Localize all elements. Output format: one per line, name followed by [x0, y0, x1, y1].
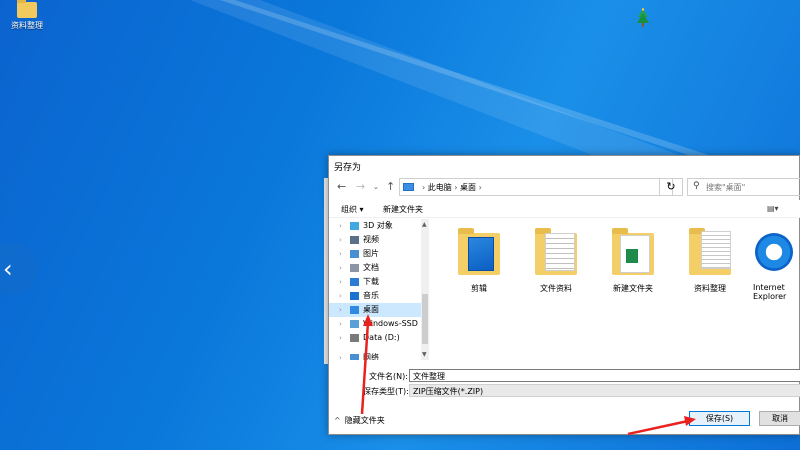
- chevron-down-icon[interactable]: ⌄: [373, 183, 379, 191]
- nav-item-label: 桌面: [363, 305, 379, 314]
- internet-explorer-icon: [753, 227, 795, 277]
- scrollbar-thumb[interactable]: [422, 294, 428, 344]
- folder-docs-icon: [535, 227, 577, 277]
- network-icon: [350, 354, 359, 360]
- address-bar[interactable]: › 此电脑 › 桌面 ›: [399, 178, 673, 196]
- expand-chevron-icon[interactable]: ›: [339, 351, 342, 360]
- hide-folders-toggle[interactable]: ^ 隐藏文件夹: [334, 415, 385, 426]
- expand-chevron-icon[interactable]: ›: [339, 289, 342, 303]
- file-item[interactable]: 文件资料: [521, 224, 591, 294]
- nav-item[interactable]: › 下载: [329, 275, 429, 289]
- nav-item[interactable]: › 桌面: [329, 303, 429, 317]
- expand-chevron-icon[interactable]: ›: [339, 233, 342, 247]
- nav-item-label: 3D 对象: [363, 221, 393, 230]
- nav-item-label: 图片: [363, 249, 379, 258]
- nav-item-label: 网络: [363, 353, 379, 360]
- nav-item[interactable]: › 文档: [329, 261, 429, 275]
- computer-icon: [403, 183, 414, 191]
- music-icon: [350, 292, 359, 300]
- nav-item[interactable]: › Data (D:): [329, 331, 429, 345]
- file-label: 文件资料: [540, 284, 572, 293]
- dialog-toolbar: 组织 ▾ 新建文件夹 ▤▾: [329, 200, 800, 218]
- file-item[interactable]: 资料整理: [675, 224, 745, 294]
- view-options-icon[interactable]: ▤▾: [767, 204, 779, 213]
- filename-label: 文件名(N):: [369, 372, 408, 381]
- filetype-row: 保存类型(T): ZIP压缩文件(*.ZIP): [329, 384, 800, 398]
- refresh-button[interactable]: ↻: [659, 178, 683, 196]
- nav-item-label: Windows-SSD (: [363, 319, 424, 328]
- hide-folders-label: 隐藏文件夹: [344, 416, 385, 425]
- nav-item[interactable]: › 3D 对象: [329, 219, 429, 233]
- filename-input[interactable]: 文件整理: [409, 369, 800, 382]
- nav-item-label: 文档: [363, 263, 379, 272]
- organize-button[interactable]: 组织 ▾: [341, 204, 364, 215]
- filetype-select[interactable]: ZIP压缩文件(*.ZIP): [409, 384, 800, 397]
- expand-chevron-icon[interactable]: ›: [339, 261, 342, 275]
- file-label: 资料整理: [694, 284, 726, 293]
- drive-icon: [350, 334, 359, 342]
- folder-excel-icon: [612, 227, 654, 277]
- file-label: Internet Explorer: [753, 283, 787, 301]
- drive-icon: [350, 320, 359, 328]
- file-label: 剪辑: [471, 284, 487, 293]
- breadcrumb-this-pc[interactable]: 此电脑: [428, 183, 452, 192]
- video-icon: [350, 236, 359, 244]
- folder-papers-icon: [689, 227, 731, 277]
- expand-chevron-icon[interactable]: ›: [339, 303, 342, 317]
- desktop-folder-label: 资料整理: [11, 21, 43, 30]
- navigation-pane: › 3D 对象 › 视频 › 图片 › 文档 › 下载 › 音乐 › 桌面 › Windows-SSD ( › D…: [329, 219, 429, 360]
- desktop-folder-icon[interactable]: 资料整理: [6, 0, 48, 31]
- nav-item-label: 音乐: [363, 291, 379, 300]
- scroll-down-icon[interactable]: ▼: [422, 351, 427, 358]
- nav-item-label: 下载: [363, 277, 379, 286]
- address-row: ← → ⌄ ↑ › 此电脑 › 桌面 › ↻ ⚲ 搜索"桌面": [329, 176, 800, 198]
- search-placeholder: 搜索"桌面": [706, 183, 746, 192]
- file-item[interactable]: 剪辑: [444, 224, 514, 294]
- back-arrow-icon[interactable]: ←: [337, 180, 346, 193]
- nav-item[interactable]: › 视频: [329, 233, 429, 247]
- navigation-scrollbar[interactable]: ▲ ▼: [421, 219, 429, 360]
- forward-arrow-icon[interactable]: →: [356, 180, 365, 193]
- chevron-up-icon: ^: [334, 416, 341, 425]
- search-input[interactable]: ⚲ 搜索"桌面": [687, 178, 800, 196]
- new-folder-button[interactable]: 新建文件夹: [383, 204, 423, 215]
- save-button[interactable]: 保存(S): [689, 411, 750, 426]
- scroll-up-icon[interactable]: ▲: [422, 221, 427, 228]
- file-label: 新建文件夹: [613, 284, 653, 293]
- nav-item-label: 视频: [363, 235, 379, 244]
- download-icon: [350, 278, 359, 286]
- search-icon: ⚲: [693, 181, 700, 191]
- expand-chevron-icon[interactable]: ›: [339, 331, 342, 345]
- up-arrow-icon[interactable]: ↑: [386, 180, 395, 193]
- nav-item-label: Data (D:): [363, 333, 400, 342]
- expand-chevron-icon[interactable]: ›: [339, 219, 342, 233]
- pictures-icon: [350, 250, 359, 258]
- nav-item[interactable]: › 网络: [329, 351, 429, 360]
- dialog-title: 另存为: [334, 163, 362, 173]
- expand-chevron-icon[interactable]: ›: [339, 247, 342, 261]
- filename-row: 文件名(N): 文件整理: [329, 369, 800, 383]
- nav-item[interactable]: › Windows-SSD (: [329, 317, 429, 331]
- refresh-icon: ↻: [666, 180, 676, 193]
- expand-chevron-icon[interactable]: ›: [339, 275, 342, 289]
- christmas-tree-icon: [637, 8, 649, 27]
- nav-item[interactable]: › 图片: [329, 247, 429, 261]
- cube-icon: [350, 222, 359, 230]
- documents-icon: [350, 264, 359, 272]
- file-item[interactable]: Internet Explorer: [745, 224, 800, 301]
- file-list: 剪辑 文件资料 新建文件夹 资料整理 Internet Explorer: [430, 219, 800, 360]
- filetype-label: 保存类型(T):: [363, 387, 409, 396]
- folder-blue-icon: [458, 227, 500, 277]
- cancel-button[interactable]: 取消: [759, 411, 800, 426]
- desktop-icon: [350, 306, 359, 314]
- folder-icon: [17, 0, 37, 18]
- chevron-left-icon: ‹: [3, 255, 13, 283]
- nav-item[interactable]: › 音乐: [329, 289, 429, 303]
- save-as-dialog: 另存为 ← → ⌄ ↑ › 此电脑 › 桌面 › ↻ ⚲ 搜索"桌面" 组织 ▾…: [328, 155, 800, 435]
- file-item[interactable]: 新建文件夹: [598, 224, 668, 294]
- breadcrumb-desktop[interactable]: 桌面: [460, 183, 476, 192]
- expand-chevron-icon[interactable]: ›: [339, 317, 342, 331]
